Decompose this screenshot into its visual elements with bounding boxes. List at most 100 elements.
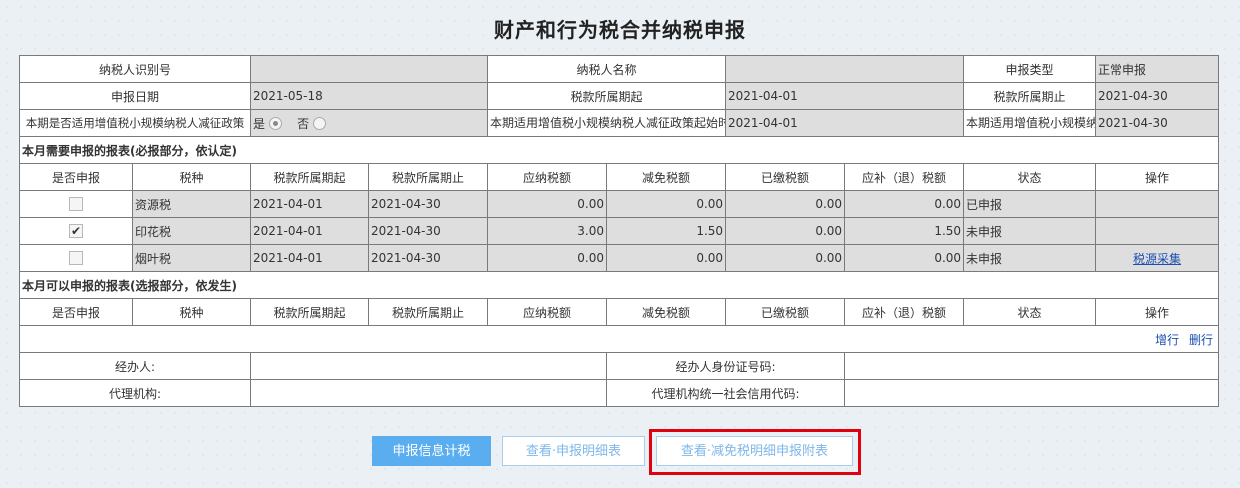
handler-input[interactable] (250, 352, 608, 380)
tax-type: 资源税 (131, 190, 252, 218)
col-header: 是否申报 (19, 298, 133, 326)
relief-amount: 0.00 (606, 244, 727, 272)
declare-checkbox[interactable] (69, 251, 83, 266)
paid-amount: 0.00 (725, 190, 846, 218)
col-header: 税种 (131, 163, 252, 191)
policy-no-radio[interactable] (312, 116, 326, 130)
section-required-row: 本月需要申报的报表(必报部分，依认定) (18, 136, 1220, 164)
due-amount: 0.00 (844, 244, 965, 272)
tax-source-collect-link[interactable]: 税源采集 (1133, 252, 1181, 266)
col-header: 减免税额 (606, 298, 727, 326)
table-row: ✔ 印花税 2021-04-01 2021-04-30 3.00 1.50 0.… (19, 217, 1220, 245)
taxpayer-name-label: 纳税人名称 (487, 55, 727, 83)
table-row: 资源税 2021-04-01 2021-04-30 0.00 0.00 0.00… (19, 190, 1220, 218)
view-relief-detail-button[interactable]: 查看·减免税明细申报附表 (656, 436, 853, 466)
relief-amount: 0.00 (606, 190, 727, 218)
taxpayer-id-value (250, 55, 489, 83)
decl-date-label: 申报日期 (18, 82, 252, 110)
view-detail-button[interactable]: 查看·申报明细表 (502, 436, 645, 466)
handler-row: 经办人: 经办人身份证号码: (18, 352, 1220, 380)
paid-amount: 0.00 (725, 217, 846, 245)
decl-date-value: 2021-05-18 (250, 82, 489, 110)
col-header: 税款所属期起 (250, 298, 370, 326)
operation-cell: 税源采集 (1095, 244, 1220, 272)
tax-type: 印花税 (131, 217, 252, 245)
col-header: 状态 (963, 163, 1097, 191)
agency-code-label: 代理机构统一社会信用代码: (606, 379, 846, 407)
info-row-2: 申报日期 2021-05-18 税款所属期起 2021-04-01 税款所属期止… (18, 82, 1220, 110)
tax-type: 烟叶税 (131, 244, 252, 272)
section-optional-title: 本月可以申报的报表(选报部分，依发生) (18, 271, 1220, 299)
relief-amount: 1.50 (606, 217, 727, 245)
page-title: 财产和行为税合并纳税申报 (494, 18, 746, 42)
col-header: 应纳税额 (487, 163, 608, 191)
policy-end-label: 本期适用增值税小规模纳税人减征政策终止时间 (963, 109, 1097, 137)
col-header: 税款所属期止 (368, 163, 489, 191)
agency-label: 代理机构: (18, 379, 252, 407)
period-end-label: 税款所属期止 (963, 82, 1097, 110)
agency-input[interactable] (250, 379, 608, 407)
add-row-link[interactable]: 增行 (1155, 333, 1179, 347)
section-optional-row: 本月可以申报的报表(选报部分，依发生) (18, 271, 1220, 299)
required-header-row: 是否申报 税种 税款所属期起 税款所属期止 应纳税额 减免税额 已缴税额 应补（… (19, 163, 1220, 191)
policy-yes-radio[interactable] (268, 116, 282, 130)
policy-end-value: 2021-04-30 (1095, 109, 1220, 137)
col-header: 应补（退）税额 (844, 298, 965, 326)
col-header: 操作 (1095, 298, 1220, 326)
table-row: 烟叶税 2021-04-01 2021-04-30 0.00 0.00 0.00… (19, 244, 1220, 272)
period-start: 2021-04-01 (250, 190, 370, 218)
payable-amount: 3.00 (487, 217, 608, 245)
calculate-tax-button[interactable]: 申报信息计税 (372, 436, 491, 466)
status: 已申报 (963, 190, 1097, 218)
policy-no-label: 否 (297, 116, 310, 131)
declare-checkbox[interactable] (69, 197, 83, 212)
policy-radio-group: 是 否 (250, 109, 489, 137)
info-row-1: 纳税人识别号 纳税人名称 申报类型 正常申报 (18, 55, 1220, 83)
declare-checkbox-cell: ✔ (19, 217, 133, 245)
operation-cell (1095, 217, 1220, 245)
period-end: 2021-04-30 (368, 217, 489, 245)
handler-id-label: 经办人身份证号码: (606, 352, 846, 380)
period-end-value: 2021-04-30 (1095, 82, 1220, 110)
policy-label: 本期是否适用增值税小规模纳税人减征政策 (18, 109, 252, 137)
col-header: 减免税额 (606, 163, 727, 191)
policy-start-label: 本期适用增值税小规模纳税人减征政策起始时间 (487, 109, 727, 137)
operation-cell (1095, 190, 1220, 218)
col-header: 是否申报 (19, 163, 133, 191)
paid-amount: 0.00 (725, 244, 846, 272)
due-amount: 1.50 (844, 217, 965, 245)
agency-code-input[interactable] (844, 379, 1220, 407)
col-header: 税款所属期起 (250, 163, 370, 191)
policy-yes-label: 是 (253, 116, 266, 131)
col-header: 已缴税额 (725, 298, 846, 326)
col-header: 应纳税额 (487, 298, 608, 326)
status: 未申报 (963, 217, 1097, 245)
row-actions-cell: 增行 删行 (18, 325, 1220, 353)
declare-checkbox-cell (19, 190, 133, 218)
col-header: 税种 (131, 298, 252, 326)
period-start-label: 税款所属期起 (487, 82, 727, 110)
status: 未申报 (963, 244, 1097, 272)
period-start-value: 2021-04-01 (725, 82, 965, 110)
col-header: 操作 (1095, 163, 1220, 191)
section-required-title: 本月需要申报的报表(必报部分，依认定) (18, 136, 1220, 164)
decl-type-value: 正常申报 (1095, 55, 1220, 83)
payable-amount: 0.00 (487, 190, 608, 218)
period-end: 2021-04-30 (368, 244, 489, 272)
period-start: 2021-04-01 (250, 244, 370, 272)
taxpayer-name-value (725, 55, 965, 83)
period-start: 2021-04-01 (250, 217, 370, 245)
payable-amount: 0.00 (487, 244, 608, 272)
declare-checkbox-checked[interactable]: ✔ (69, 224, 83, 239)
handler-id-input[interactable] (844, 352, 1220, 380)
agency-row: 代理机构: 代理机构统一社会信用代码: (18, 379, 1220, 407)
optional-header-row: 是否申报 税种 税款所属期起 税款所属期止 应纳税额 减免税额 已缴税额 应补（… (19, 298, 1220, 326)
delete-row-link[interactable]: 删行 (1189, 333, 1213, 347)
col-header: 状态 (963, 298, 1097, 326)
decl-type-label: 申报类型 (963, 55, 1097, 83)
period-end: 2021-04-30 (368, 190, 489, 218)
policy-start-value: 2021-04-01 (725, 109, 965, 137)
tax-declaration-form: 纳税人识别号 纳税人名称 申报类型 正常申报 申报日期 2021-05-18 税… (18, 55, 1220, 407)
declare-checkbox-cell (19, 244, 133, 272)
taxpayer-id-label: 纳税人识别号 (18, 55, 252, 83)
